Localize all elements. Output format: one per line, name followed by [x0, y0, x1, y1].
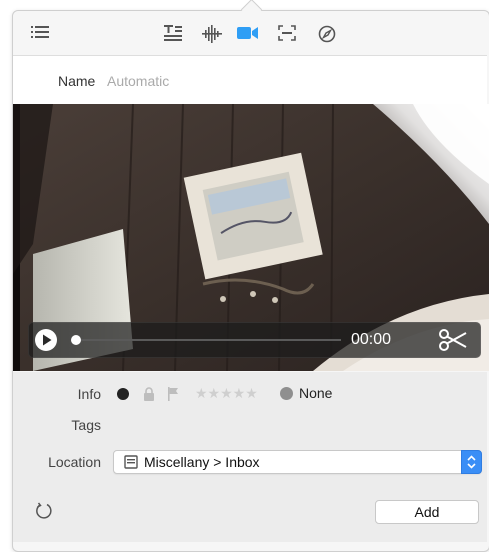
name-label: Name: [58, 73, 96, 89]
list-icon[interactable]: [31, 25, 49, 43]
trim-scissors-icon[interactable]: [438, 327, 468, 353]
rating-stars[interactable]: ★★★★★: [195, 385, 258, 402]
tags-field[interactable]: [113, 414, 480, 434]
info-label: Info: [77, 386, 101, 402]
name-field[interactable]: Automatic: [107, 73, 169, 89]
waveform-icon[interactable]: [202, 25, 222, 43]
video-preview[interactable]: 00:00: [13, 104, 489, 371]
select-stepper[interactable]: [461, 450, 482, 474]
location-select[interactable]: Miscellany > Inbox: [113, 450, 482, 474]
metadata-panel: Info ★★★★★ None Tags Location Miscellany…: [13, 372, 487, 542]
video-camera-icon[interactable]: [237, 25, 259, 43]
flag-icon[interactable]: [167, 387, 179, 406]
current-time: 00:00: [351, 331, 392, 348]
tags-label: Tags: [71, 417, 101, 433]
add-button[interactable]: Add: [375, 500, 479, 524]
location-label: Location: [48, 454, 101, 470]
lock-icon[interactable]: [143, 387, 155, 406]
scrubber-track[interactable]: [71, 339, 341, 341]
color-label-text[interactable]: None: [299, 385, 332, 401]
chevron-updown-icon: [467, 455, 476, 469]
refresh-icon[interactable]: [35, 502, 53, 525]
text-icon[interactable]: [164, 25, 182, 43]
inbox-icon: [124, 455, 138, 474]
name-row: Name Automatic: [13, 56, 487, 104]
compass-icon[interactable]: [318, 25, 336, 43]
scan-icon[interactable]: [278, 25, 296, 43]
toolbar: [13, 11, 487, 56]
location-value: Miscellany > Inbox: [144, 454, 260, 470]
scrubber-knob[interactable]: [71, 335, 81, 345]
color-label-dot-icon[interactable]: [280, 387, 293, 400]
play-button-icon[interactable]: [34, 328, 58, 352]
status-dot-icon[interactable]: [117, 388, 129, 400]
playback-controls: 00:00: [28, 322, 481, 358]
